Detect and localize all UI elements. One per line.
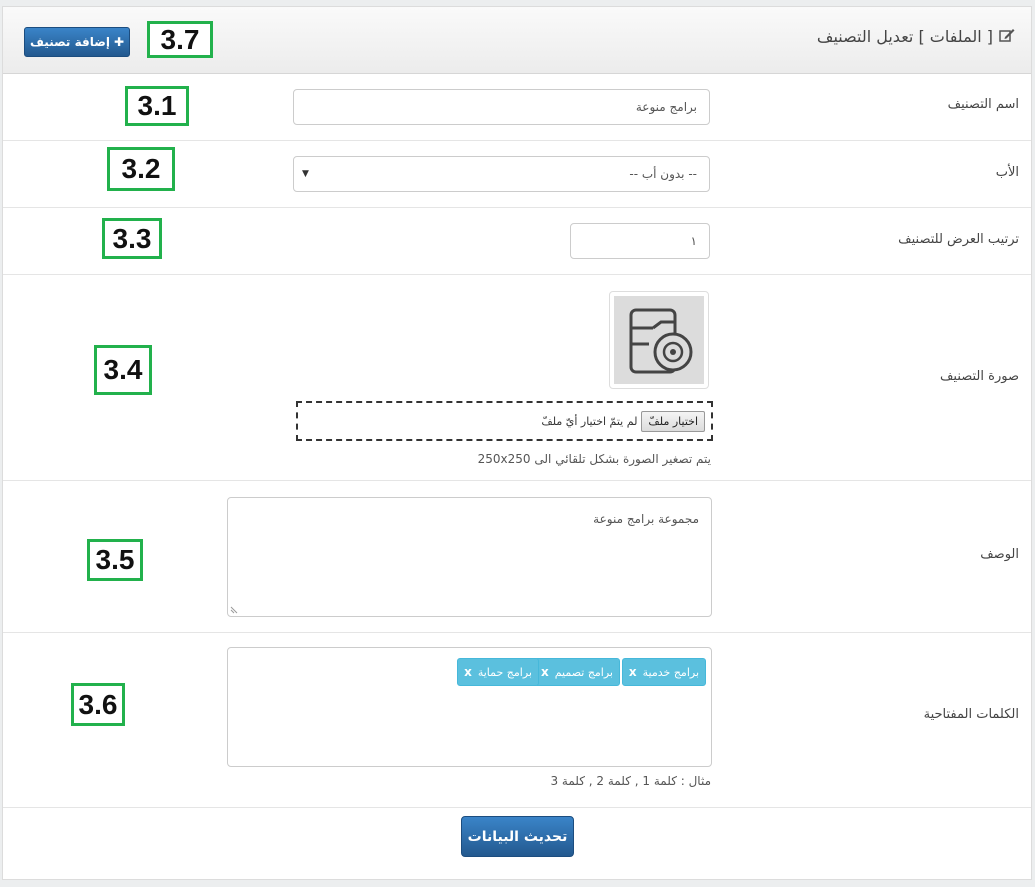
panel-header: [ الملفات ] تعديل التصنيف ✚ إضافة تصنيف … — [3, 7, 1031, 74]
keywords-example-hint: مثال : كلمة 1 , كلمة 2 , كلمة 3 — [550, 774, 711, 788]
row-display-order: ترتيب العرض للتصنيف ١ 3.3 — [3, 208, 1031, 275]
parent-label: الأب — [995, 165, 1019, 180]
description-textarea[interactable]: مجموعة برامج منوعة — [227, 497, 712, 617]
keyword-tag: برامج حماية x — [457, 658, 539, 686]
row-parent: الأب -- بدون أب -- ▼ 3.2 — [3, 141, 1031, 208]
keyword-tag: برامج تصميم x — [533, 658, 620, 686]
row-category-image: صورة التصنيف اختيار ملفّ لم يتمّ اختيار … — [3, 275, 1031, 481]
display-order-label: ترتيب العرض للتصنيف — [898, 232, 1019, 247]
keyword-tag: برامج خدمية x — [621, 658, 706, 686]
category-image-label: صورة التصنيف — [939, 369, 1019, 384]
dropdown-caret-icon: ▼ — [302, 169, 309, 179]
marker-3-7: 3.7 — [147, 21, 213, 58]
marker-3-4: 3.4 — [94, 345, 152, 395]
category-name-label: اسم التصنيف — [947, 97, 1019, 112]
marker-3-1: 3.1 — [125, 86, 189, 126]
parent-select[interactable]: -- بدون أب -- ▼ — [293, 156, 710, 192]
marker-3-3: 3.3 — [102, 218, 162, 259]
description-label: الوصف — [980, 547, 1019, 562]
keywords-label: الكلمات المفتاحية — [923, 707, 1019, 722]
add-category-button[interactable]: ✚ إضافة تصنيف — [24, 27, 130, 57]
page-title: [ الملفات ] تعديل التصنيف — [817, 27, 1015, 46]
marker-3-2: 3.2 — [107, 147, 175, 191]
keywords-input[interactable]: برامج خدمية x برامج تصميم x برامج حماية … — [227, 647, 712, 767]
edit-category-panel: [ الملفات ] تعديل التصنيف ✚ إضافة تصنيف … — [2, 6, 1032, 880]
row-keywords: الكلمات المفتاحية برامج خدمية x برامج تص… — [3, 633, 1031, 808]
remove-tag-icon[interactable]: x — [464, 665, 472, 679]
display-order-input[interactable]: ١ — [570, 223, 710, 259]
choose-file-button[interactable]: اختيار ملفّ — [641, 410, 705, 432]
no-file-text: لم يتمّ اختيار أيّ ملفّ — [541, 414, 638, 428]
row-category-name: اسم التصنيف برامج منوعة 3.1 — [3, 73, 1031, 141]
plus-icon: ✚ — [113, 35, 125, 49]
marker-3-5: 3.5 — [87, 539, 143, 581]
remove-tag-icon[interactable]: x — [629, 665, 637, 679]
update-data-button[interactable]: تحديث البيانات — [461, 816, 574, 857]
resize-handle-icon — [230, 606, 238, 614]
image-resize-hint: يتم تصغير الصورة بشكل تلقائي الى 250x250 — [477, 452, 711, 466]
software-disc-icon — [629, 308, 693, 374]
category-image-preview — [609, 291, 709, 389]
marker-3-6: 3.6 — [71, 683, 125, 726]
file-upload-area[interactable]: اختيار ملفّ لم يتمّ اختيار أيّ ملفّ — [296, 401, 713, 441]
edit-icon — [999, 27, 1015, 46]
row-description: الوصف مجموعة برامج منوعة 3.5 — [3, 481, 1031, 633]
remove-tag-icon[interactable]: x — [541, 665, 549, 679]
category-name-input[interactable]: برامج منوعة — [293, 89, 710, 125]
